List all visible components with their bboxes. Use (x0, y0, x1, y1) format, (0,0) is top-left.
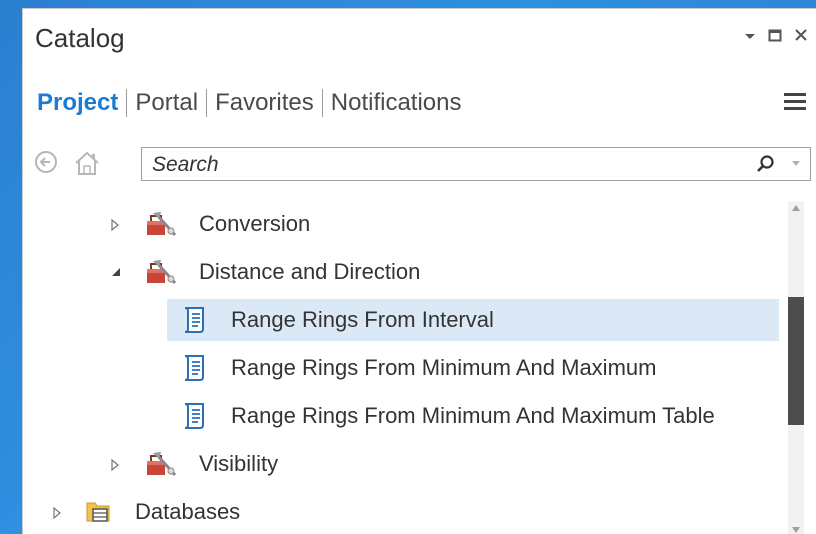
tree-item-label: Conversion (199, 211, 311, 236)
tree-item-label: Databases (135, 499, 241, 524)
tab-portal[interactable]: Portal (127, 89, 206, 117)
tree-item-visibility[interactable]: Visibility (23, 441, 789, 487)
search-field (141, 147, 811, 181)
auto-hide-dropdown-icon[interactable] (744, 27, 756, 45)
tab-favorites[interactable]: Favorites (207, 89, 322, 117)
tree-item-label: Range Rings From Interval (231, 307, 494, 332)
tab-project[interactable]: Project (37, 89, 126, 117)
tree-item-distance-and-direction[interactable]: Distance and Direction (23, 249, 789, 295)
navigation-row (33, 145, 811, 185)
expand-arrow-icon[interactable] (53, 507, 61, 519)
title-bar: Catalog (23, 9, 816, 73)
script-tool-icon (184, 355, 204, 381)
script-tool-icon (184, 307, 204, 333)
search-icon[interactable] (756, 154, 776, 174)
expand-arrow-icon[interactable] (111, 219, 119, 231)
tree-item-label: Distance and Direction (199, 259, 421, 284)
window-controls (744, 27, 808, 45)
maximize-icon[interactable] (768, 27, 782, 45)
tree-item-conversion[interactable]: Conversion (23, 201, 789, 247)
search-input[interactable] (150, 152, 734, 178)
tree-item-label: Range Rings From Minimum And Maximum Tab… (231, 403, 715, 428)
collapse-arrow-icon[interactable] (111, 267, 121, 277)
catalog-tabs: Project Portal Favorites Notifications (37, 89, 470, 117)
tree-item-range-rings-from-interval[interactable]: Range Rings From Interval (23, 297, 789, 343)
close-icon[interactable] (794, 27, 808, 45)
vertical-scrollbar[interactable] (788, 201, 804, 534)
pane-title: Catalog (35, 23, 125, 53)
scroll-thumb[interactable] (788, 297, 804, 425)
scroll-down-arrow-icon[interactable] (792, 527, 800, 533)
database-folder-icon (86, 502, 110, 522)
expand-arrow-icon[interactable] (111, 459, 119, 471)
menu-icon[interactable] (784, 93, 806, 111)
toolbox-icon (147, 212, 177, 237)
home-icon[interactable] (73, 149, 101, 177)
tab-notifications[interactable]: Notifications (323, 89, 470, 117)
catalog-pane: Catalog Project Portal Favorites Notific… (22, 8, 816, 534)
toolbox-icon (147, 452, 177, 477)
script-tool-icon (184, 403, 204, 429)
search-options-chevron-icon[interactable] (792, 161, 800, 166)
tree-item-databases[interactable]: Databases (23, 489, 789, 534)
scroll-up-arrow-icon[interactable] (792, 205, 800, 211)
toolbox-icon (147, 260, 177, 285)
tree-item-label: Range Rings From Minimum And Maximum (231, 355, 657, 380)
tree-item-range-rings-from-minimum-and-maximum-table[interactable]: Range Rings From Minimum And Maximum Tab… (23, 393, 789, 439)
tree-item-range-rings-from-minimum-and-maximum[interactable]: Range Rings From Minimum And Maximum (23, 345, 789, 391)
tree-item-label: Visibility (199, 451, 279, 476)
back-arrow-icon[interactable] (35, 151, 57, 173)
